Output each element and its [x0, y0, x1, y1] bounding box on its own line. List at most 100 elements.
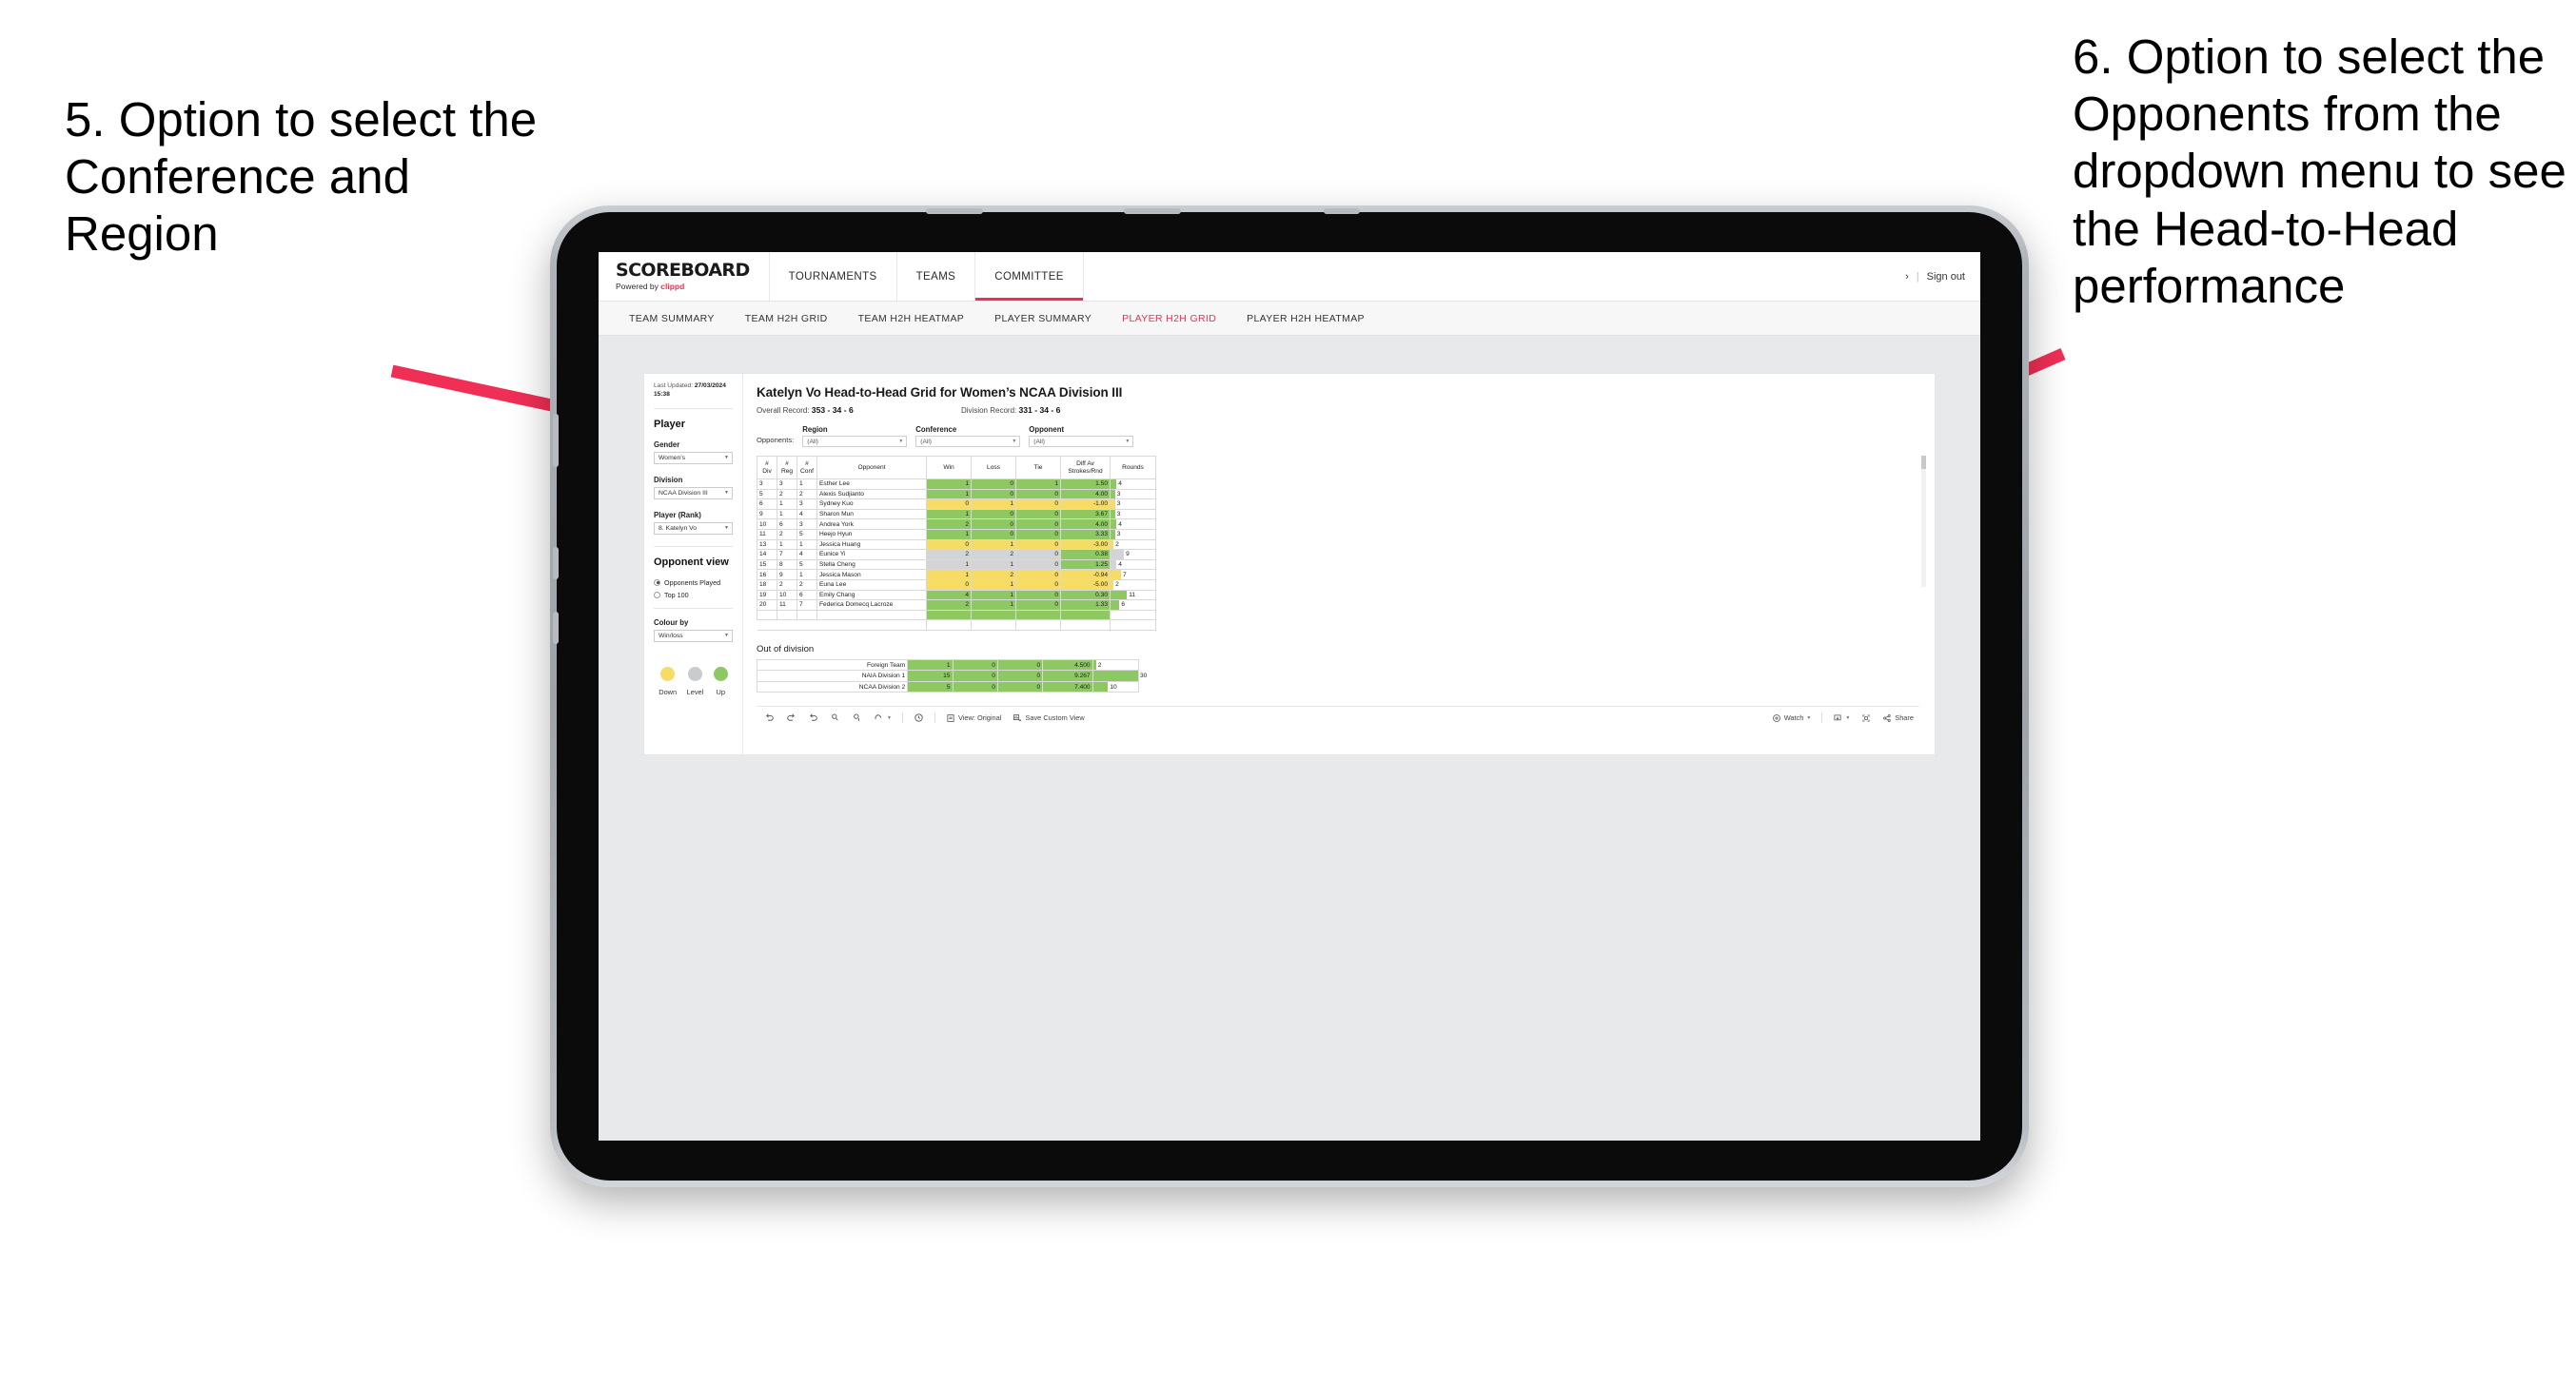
- grid-scrollbar-thumb[interactable]: [1921, 456, 1926, 469]
- overall-record: Overall Record: 353 - 34 - 6: [757, 405, 961, 415]
- rounds-bar: [1111, 550, 1125, 559]
- redo-button[interactable]: [780, 713, 802, 723]
- last-updated-text: Last Updated: 27/03/2024 15:38: [654, 382, 733, 400]
- radio-top-100[interactable]: Top 100: [654, 591, 733, 599]
- cell-reg: [777, 609, 797, 621]
- cell-tie: 0: [1015, 498, 1061, 510]
- sign-out-link[interactable]: Sign out: [1927, 271, 1965, 283]
- brand-powered-prefix: Powered by: [616, 282, 661, 292]
- nav-item-teams[interactable]: TEAMS: [897, 252, 976, 301]
- cell-tie: 0: [1015, 558, 1061, 571]
- out-of-division-row[interactable]: Foreign Team 1 0 0 4.500 2: [756, 658, 1140, 672]
- cell-diff: -0.94: [1060, 569, 1111, 580]
- player-rank-select[interactable]: 8. Katelyn Vo ▼: [654, 521, 733, 535]
- chevron-down-icon: ▼: [887, 714, 892, 721]
- chevron-right-icon[interactable]: ›: [1905, 271, 1909, 283]
- download-button[interactable]: ▼: [1827, 713, 1856, 723]
- grid-scrollbar-track[interactable]: [1921, 456, 1926, 587]
- rounds-value: 30: [1140, 673, 1148, 680]
- rounds-value: 2: [1115, 581, 1119, 589]
- subnav-player-h2h-heatmap[interactable]: PLAYER H2H HEATMAP: [1231, 313, 1380, 324]
- cell-opponent: Esther Lee: [816, 478, 927, 490]
- colour-legend: Down Level Up: [654, 666, 733, 696]
- brand-logo[interactable]: SCOREBOARD Powered by clippd: [599, 252, 770, 301]
- cell-loss: 0: [971, 508, 1016, 520]
- refresh-button[interactable]: [824, 713, 846, 723]
- share-button[interactable]: Share: [1877, 713, 1919, 723]
- table-row[interactable]: 9 1 4 Sharon Mun 1 0 0 3.67 3: [757, 508, 1156, 520]
- rounds-value: 6: [1121, 601, 1126, 609]
- table-row-partial: [757, 609, 1156, 621]
- cell-tie: 0: [1015, 578, 1061, 591]
- table-header-row: # Div # Reg # Conf Opponent Win Loss Tie Di…: [757, 456, 1156, 479]
- fullscreen-button[interactable]: [1856, 713, 1877, 723]
- opponent-select[interactable]: (All) ▼: [1029, 436, 1134, 447]
- view-original-button[interactable]: View: Original: [940, 713, 1007, 723]
- subnav-team-summary[interactable]: TEAM SUMMARY: [614, 313, 730, 324]
- cell-reg: 9: [777, 569, 797, 580]
- legend-dot-down: [660, 666, 676, 681]
- cell-win: 0: [926, 578, 972, 591]
- brand-powered-by: Powered by clippd: [616, 283, 750, 291]
- rounds-value: 4: [1118, 480, 1122, 488]
- cell-opponent: Federica Domecq Lacroze: [816, 599, 927, 611]
- cell-opponent: Alexis Sudjianto: [816, 488, 927, 500]
- cell-loss: 1: [971, 599, 1016, 611]
- out-of-division-row[interactable]: NAIA Division 1 15 0 0 9.267 30: [756, 670, 1147, 682]
- redo-arrow-button[interactable]: ▼: [868, 713, 897, 723]
- filter-division: Division NCAA Division III ▼: [654, 476, 733, 499]
- divider: [654, 545, 733, 547]
- watch-button[interactable]: Watch ▼: [1766, 713, 1818, 723]
- subnav-team-h2h-grid[interactable]: TEAM H2H GRID: [730, 313, 843, 324]
- nav-item-committee[interactable]: COMMITTEE: [975, 252, 1084, 301]
- table-row[interactable]: 5 2 2 Alexis Sudjianto 1 0 0 4.00 3: [757, 488, 1156, 500]
- cell-win: 15: [907, 670, 954, 682]
- cell-rounds: 4: [1110, 478, 1156, 490]
- cell-tie: [1015, 609, 1061, 621]
- save-custom-view-button[interactable]: Save Custom View: [1007, 713, 1090, 723]
- table-row[interactable]: 6 1 3 Sydney Kuo 0 1 0 -1.00 3: [757, 498, 1156, 510]
- table-row[interactable]: 18 2 2 Euna Lee 0 1 0 -5.00 2: [757, 578, 1156, 591]
- gender-select[interactable]: Women’s ▼: [654, 451, 733, 464]
- table-row[interactable]: 20 11 7 Federica Domecq Lacroze 2 1 0 1.33 6: [757, 599, 1156, 611]
- header-reg: # Reg: [777, 456, 797, 479]
- cell-loss: 1: [971, 558, 1016, 571]
- undo-button[interactable]: [758, 713, 780, 723]
- pause-auto-update-button[interactable]: [908, 713, 930, 723]
- cell-reg: 1: [777, 538, 797, 551]
- cell-loss: 0: [952, 658, 998, 672]
- nav-item-tournaments[interactable]: TOURNAMENTS: [770, 252, 897, 301]
- spacer-win: [926, 619, 972, 631]
- cell-tie: 0: [1015, 528, 1061, 540]
- subnav-team-h2h-heatmap[interactable]: TEAM H2H HEATMAP: [843, 313, 980, 324]
- colour-by-select[interactable]: Win/loss ▼: [654, 629, 733, 642]
- subnav-player-h2h-grid[interactable]: PLAYER H2H GRID: [1107, 313, 1231, 324]
- table-row[interactable]: 10 6 3 Andrea York 2 0 0 4.00 4: [757, 518, 1156, 530]
- table-row[interactable]: 11 2 5 Heejo Hyun 1 0 0 3.33 3: [757, 528, 1156, 540]
- table-row[interactable]: 16 9 1 Jessica Mason 1 2 0 -0.94 7: [757, 569, 1156, 580]
- subnav-player-summary[interactable]: PLAYER SUMMARY: [979, 313, 1107, 324]
- cell-conf: 7: [796, 599, 817, 611]
- cell-loss: 0: [952, 670, 998, 682]
- conference-select[interactable]: (All) ▼: [915, 436, 1021, 447]
- division-value: NCAA Division III: [659, 489, 708, 497]
- rounds-value: 4: [1118, 561, 1122, 569]
- conference-value: (All): [920, 438, 932, 445]
- tablet-screen: SCOREBOARD Powered by clippd TOURNAMENTS…: [599, 252, 1980, 1141]
- out-of-division-row[interactable]: NCAA Division 2 5 0 0 7.400 10: [756, 680, 1140, 693]
- device-button-left-3: [553, 612, 559, 644]
- radio-opponents-played[interactable]: Opponents Played: [654, 578, 733, 587]
- cell-conf: 3: [796, 498, 817, 510]
- rounds-bar: [1111, 600, 1120, 610]
- table-row[interactable]: 14 7 4 Eunice Yi 2 2 0 0.38 9: [757, 549, 1156, 560]
- division-select[interactable]: NCAA Division III ▼: [654, 486, 733, 499]
- pause-button[interactable]: [846, 713, 868, 723]
- table-row[interactable]: 13 1 1 Jessica Huang 0 1 0 -3.00 2: [757, 538, 1156, 551]
- filter-gender-label: Gender: [654, 439, 680, 449]
- table-row[interactable]: 19 10 6 Emily Chang 4 1 0 0.30 11: [757, 589, 1156, 601]
- region-select[interactable]: (All) ▼: [802, 436, 908, 447]
- revert-button[interactable]: [802, 713, 824, 723]
- table-row[interactable]: 3 3 1 Esther Lee 1 0 1 1.50 4: [757, 478, 1156, 490]
- device-button-top-2: [1124, 208, 1181, 214]
- table-row[interactable]: 15 8 5 Stella Cheng 1 1 0 1.25 4: [757, 558, 1156, 571]
